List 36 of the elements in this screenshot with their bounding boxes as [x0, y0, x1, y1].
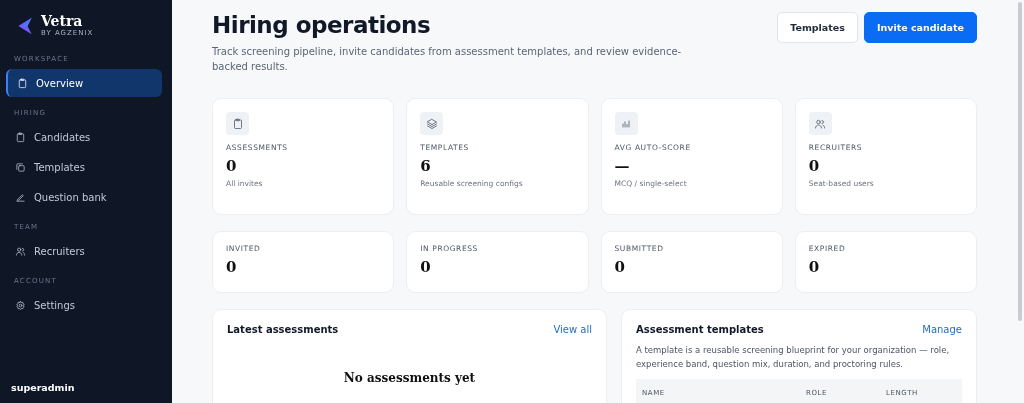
status-value: 0	[808, 258, 821, 276]
templates-button[interactable]: Templates	[777, 12, 858, 43]
status-value: 0	[614, 258, 626, 276]
user-name: superadmin	[10, 382, 76, 395]
layers-icon	[425, 117, 438, 130]
stat-value: —	[614, 157, 631, 175]
stat-value: 6	[420, 157, 432, 175]
scrollbar[interactable]	[1018, 2, 1022, 321]
invite-button[interactable]: Invite candidate	[863, 12, 977, 43]
clipboard-icon	[15, 131, 26, 143]
page-title: Hiring operations	[212, 12, 432, 38]
view-all-link[interactable]: View all	[553, 324, 592, 335]
nav-item[interactable]: Recruiters	[6, 237, 162, 265]
users-icon	[814, 117, 827, 130]
status-value: 0	[420, 258, 432, 276]
status-value: 0	[226, 258, 238, 276]
clipboard-icon	[231, 117, 244, 130]
pen-icon	[15, 191, 26, 203]
brand-name: Vetra	[41, 14, 84, 29]
panel-title: Latest assessments	[227, 324, 339, 335]
nav-item[interactable]: Templates	[6, 153, 162, 181]
users-icon	[15, 245, 26, 257]
nav-item[interactable]: Question bank	[6, 183, 162, 211]
stat-value: 0	[808, 157, 821, 175]
nav-item[interactable]: Overview	[6, 69, 162, 97]
gear-icon	[15, 299, 26, 311]
copy-icon	[15, 161, 26, 173]
clipboard-icon	[17, 77, 28, 89]
page-subtitle: Track screening pipeline, invite candidates from assessment templates, and review evidence-backed results.	[212, 45, 683, 74]
stat-value: 0	[226, 157, 238, 175]
nav-item[interactable]: Settings	[6, 291, 162, 319]
nav-item[interactable]: Candidates	[6, 123, 162, 151]
empty-state-title: No assessments yet	[342, 371, 477, 385]
panel-description: A template is a reusable screening blueprint for your organization — role, experience band, question mix, duration, and proctoring rules.	[636, 344, 951, 371]
manage-link[interactable]: Manage	[922, 324, 962, 335]
panel-title: Assessment templates	[636, 324, 764, 335]
